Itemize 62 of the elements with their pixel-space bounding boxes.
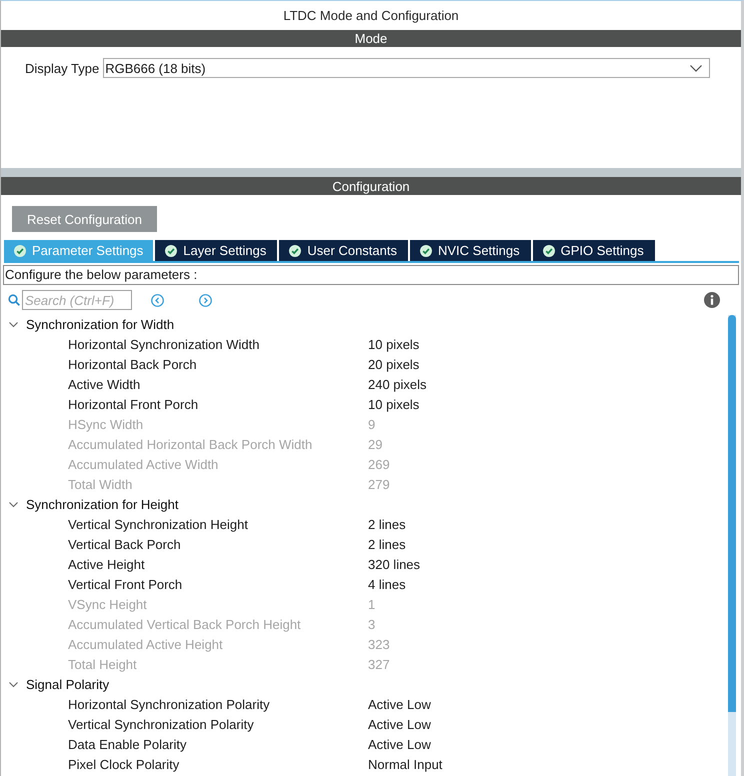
parameter-name: Accumulated Horizontal Back Porch Width	[68, 436, 314, 452]
parameter-name: Vertical Front Porch	[68, 576, 184, 592]
parameter-name: Horizontal Synchronization Polarity	[68, 696, 271, 712]
parameter-value[interactable]: 10 pixels	[368, 396, 420, 412]
section-header: Mode	[1, 30, 741, 47]
parameter-name: Data Enable Polarity	[68, 736, 188, 752]
parameter-name: Accumulated Active Width	[68, 456, 220, 472]
parameter-name: Accumulated Vertical Back Porch Height	[68, 616, 302, 632]
parameter-name: Vertical Synchronization Polarity	[68, 716, 255, 732]
chevron-icon[interactable]	[9, 500, 18, 508]
caret-icon	[690, 64, 702, 72]
parameter-name: Total Height	[68, 656, 138, 672]
parameter-name: Pixel Clock Polarity	[68, 756, 180, 772]
parameter-name: Total Width	[68, 476, 134, 492]
info-icon[interactable]	[704, 292, 720, 308]
parameter-value: 3	[368, 616, 376, 632]
group-label[interactable]: Synchronization for Height	[26, 496, 178, 512]
field-label: Display Type	[25, 60, 100, 76]
parameter-value[interactable]: 2 lines	[368, 516, 406, 532]
parameter-value[interactable]: 10 pixels	[368, 336, 420, 352]
parameter-name: Vertical Synchronization Height	[68, 516, 249, 532]
chevron-icon[interactable]	[9, 680, 18, 688]
parameter-name: VSync Height	[68, 596, 148, 612]
parameter-value[interactable]: Active Low	[368, 696, 431, 712]
group-label[interactable]: Signal Polarity	[26, 676, 110, 692]
parameter-value: 323	[368, 636, 390, 652]
parameter-name: Vertical Back Porch	[68, 536, 182, 552]
settings-tab[interactable]: NVIC Settings	[410, 240, 531, 261]
parameter-name: Horizontal Back Porch	[68, 356, 198, 372]
parameter-value[interactable]: 20 pixels	[368, 356, 420, 372]
description-text: Configure the below parameters :	[3, 265, 739, 285]
search-field[interactable]: Search (Ctrl+F)	[22, 290, 132, 310]
parameter-name: Active Width	[68, 376, 142, 392]
parameter-name: Horizontal Synchronization Width	[68, 336, 260, 352]
parameter-value: 269	[368, 456, 390, 472]
parameter-value: 279	[368, 476, 390, 492]
parameter-value: 1	[368, 596, 376, 612]
parameter-value: 327	[368, 656, 390, 672]
parameter-value[interactable]: Active Low	[368, 736, 431, 752]
settings-tab[interactable]: GPIO Settings	[532, 240, 655, 261]
parameter-name: Accumulated Active Height	[68, 636, 224, 652]
next-icon[interactable]	[199, 294, 212, 306]
parameter-name: HSync Width	[68, 416, 144, 432]
parameter-value[interactable]: Active Low	[368, 716, 431, 732]
previous-icon[interactable]	[151, 294, 164, 306]
search-icon	[8, 294, 20, 306]
section-header: Configuration	[1, 177, 741, 195]
parameter-value[interactable]: 240 pixels	[368, 376, 427, 392]
parameter-value[interactable]: 2 lines	[368, 536, 406, 552]
chevron-icon[interactable]	[9, 320, 18, 328]
settings-tab[interactable]: User Constants	[279, 240, 408, 261]
parameter-value[interactable]: 4 lines	[368, 576, 406, 592]
parameter-name: Active Height	[68, 556, 146, 572]
window-title: LTDC Mode and Configuration	[282, 7, 460, 25]
parameter-name: Horizontal Front Porch	[68, 396, 200, 412]
parameter-value[interactable]: Normal Input	[368, 756, 442, 772]
parameter-value[interactable]: 320 lines	[368, 556, 420, 572]
parameter-value: 9	[368, 416, 376, 432]
settings-tab[interactable]: Layer Settings	[155, 240, 278, 261]
display-type-dropdown[interactable]: RGB666 (18 bits)	[103, 58, 710, 78]
parameter-value: 29	[368, 436, 382, 452]
group-label[interactable]: Synchronization for Width	[26, 316, 174, 332]
